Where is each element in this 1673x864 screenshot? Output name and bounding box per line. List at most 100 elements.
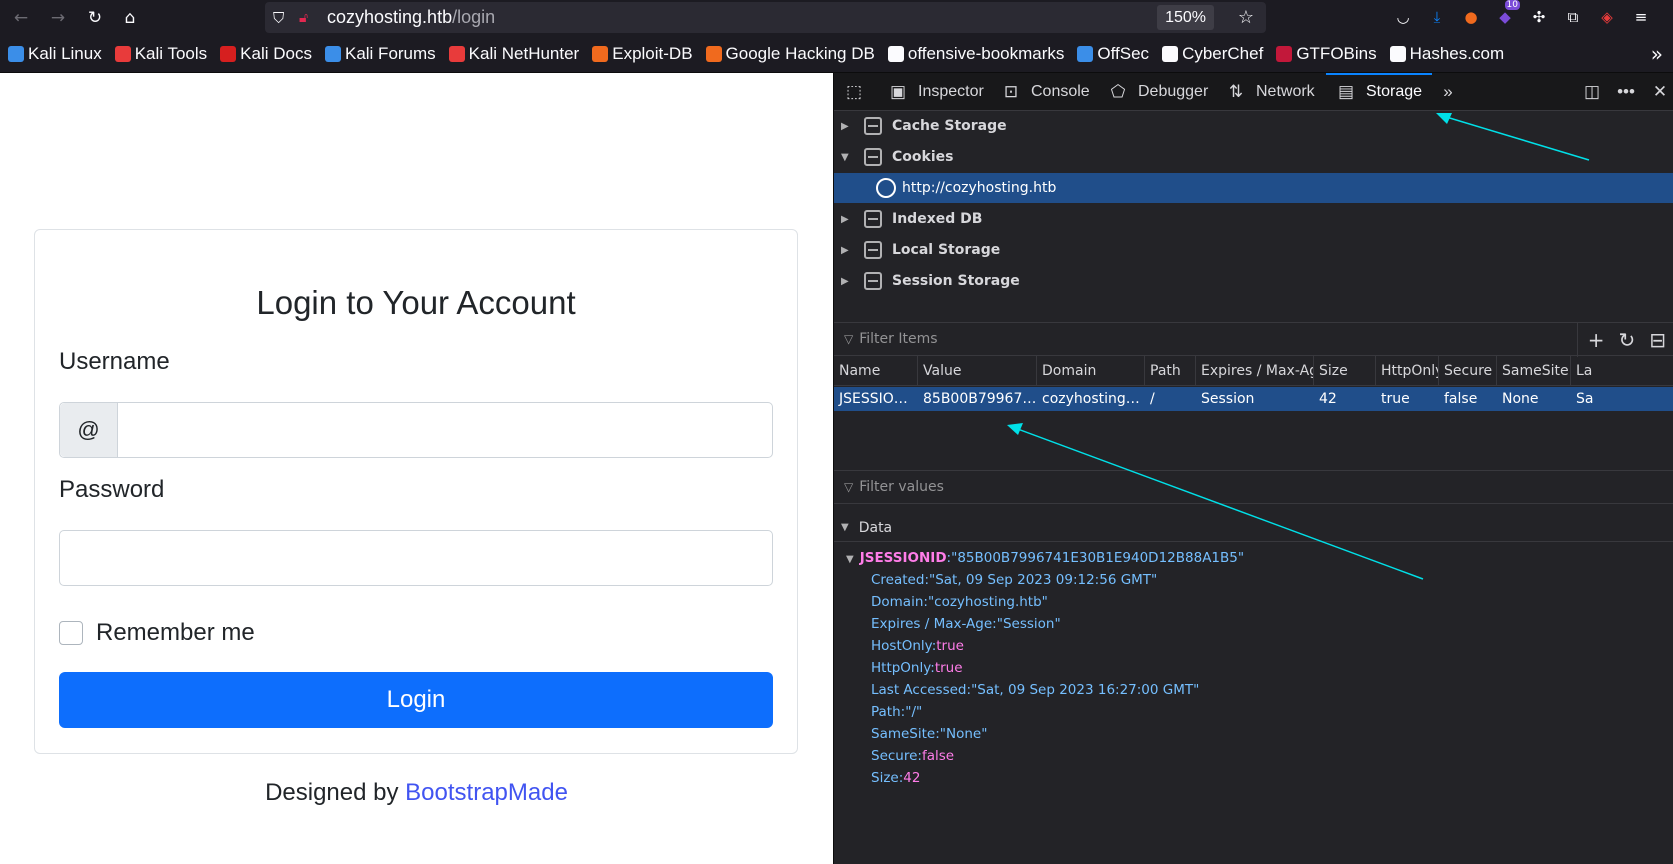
- column-header[interactable]: Expires / Max-Age: [1196, 356, 1314, 386]
- back-button[interactable]: ←: [6, 3, 36, 33]
- bookmark-item[interactable]: CyberChef: [1162, 44, 1263, 64]
- tree-session-storage[interactable]: ▶ Session Storage: [834, 266, 1673, 296]
- remember-me[interactable]: Remember me: [59, 619, 255, 647]
- column-header[interactable]: Value: [918, 356, 1037, 386]
- home-icon[interactable]: ⌂: [115, 3, 145, 33]
- cookie-property[interactable]: Expires / Max-Age:"Session": [871, 613, 1061, 635]
- more-options-icon[interactable]: •••: [1616, 73, 1646, 111]
- filter-items-input[interactable]: Filter Items: [859, 331, 937, 347]
- add-item-icon[interactable]: +: [1588, 328, 1605, 352]
- table-cell: /: [1150, 391, 1155, 407]
- bookmark-item[interactable]: Hashes.com: [1389, 44, 1504, 64]
- column-header[interactable]: La: [1571, 356, 1673, 386]
- cookie-property[interactable]: Path:"/": [871, 701, 922, 723]
- dock-icon[interactable]: ◫: [1582, 73, 1612, 111]
- more-tabs-icon[interactable]: »: [1438, 73, 1468, 111]
- column-header[interactable]: HttpOnly: [1376, 356, 1439, 386]
- cookie-property[interactable]: HostOnly:true: [871, 635, 964, 657]
- bookmarks-overflow-icon[interactable]: »: [1651, 42, 1663, 66]
- cookie-property[interactable]: Last Accessed:"Sat, 09 Sep 2023 16:27:00…: [871, 679, 1199, 701]
- inspector-icon: ▣: [889, 82, 907, 101]
- bookmark-item[interactable]: Kali Tools: [114, 44, 207, 64]
- zoom-indicator[interactable]: 150%: [1157, 5, 1214, 30]
- pocket-icon[interactable]: ◡: [1390, 4, 1416, 30]
- footer-text: Designed by: [265, 779, 406, 806]
- url-text[interactable]: cozyhosting.htb/login: [327, 7, 495, 28]
- tree-cookie-host[interactable]: http://cozyhosting.htb: [834, 173, 1673, 203]
- puzzle-icon[interactable]: ✣: [1526, 4, 1552, 30]
- url-bar[interactable]: ⛉ 🔓︎ cozyhosting.htb/login 150% ☆: [265, 2, 1266, 33]
- tab-network[interactable]: ⇅ Network: [1226, 73, 1315, 111]
- bookmark-item[interactable]: Google Hacking DB: [705, 44, 875, 64]
- bookmark-item[interactable]: Kali Docs: [220, 44, 312, 64]
- table-cell: 85B00B79967…: [923, 391, 1037, 407]
- bootstrapmade-link[interactable]: BootstrapMade: [405, 779, 568, 806]
- star-icon[interactable]: ☆: [1238, 7, 1254, 28]
- bookmark-item[interactable]: GTFOBins: [1276, 44, 1377, 64]
- share-icon[interactable]: ⧉: [1560, 4, 1586, 30]
- login-button[interactable]: Login: [59, 672, 773, 728]
- login-card: Login to Your Account Username @ Passwor…: [34, 229, 798, 754]
- cookie-property[interactable]: Created:"Sat, 09 Sep 2023 09:12:56 GMT": [871, 569, 1157, 591]
- expand-icon[interactable]: ▶: [841, 121, 855, 132]
- column-header[interactable]: Name: [834, 356, 918, 386]
- cookie-property[interactable]: Size:42: [871, 767, 920, 789]
- column-header[interactable]: Path: [1145, 356, 1196, 386]
- data-section-header[interactable]: ▼ Data: [834, 514, 1673, 542]
- download-icon[interactable]: ⤓: [1424, 4, 1450, 30]
- expand-icon[interactable]: ▶: [841, 214, 855, 225]
- tree-indexed-db[interactable]: ▶ Indexed DB: [834, 204, 1673, 234]
- forward-button[interactable]: →: [43, 3, 73, 33]
- bookmark-favicon-icon: [887, 46, 904, 62]
- tab-inspector[interactable]: ▣ Inspector: [888, 73, 984, 111]
- filter-items-bar[interactable]: ▽ Filter Items + ↻ ⊟: [834, 322, 1673, 357]
- cookie-property[interactable]: Domain:"cozyhosting.htb": [871, 591, 1048, 613]
- filter-values-input[interactable]: Filter values: [859, 479, 944, 495]
- collapse-icon[interactable]: ▼: [841, 522, 849, 533]
- collapse-icon[interactable]: ▼: [846, 554, 854, 565]
- cookie-property[interactable]: HttpOnly:true: [871, 657, 963, 679]
- bookmark-item[interactable]: Kali NetHunter: [448, 44, 579, 64]
- fox-icon[interactable]: ◈: [1594, 4, 1620, 30]
- filter-values-bar[interactable]: ▽ Filter values: [834, 470, 1673, 504]
- password-input[interactable]: [59, 530, 773, 586]
- bookmark-favicon-icon: [448, 46, 465, 62]
- tree-cookies[interactable]: ▼ Cookies: [834, 142, 1673, 172]
- bookmark-item[interactable]: OffSec: [1077, 44, 1149, 64]
- column-header[interactable]: Domain: [1037, 356, 1145, 386]
- remember-checkbox[interactable]: [59, 621, 83, 645]
- bookmark-item[interactable]: Exploit-DB: [592, 44, 693, 64]
- column-header[interactable]: SameSite: [1497, 356, 1571, 386]
- refresh-items-icon[interactable]: ↻: [1618, 328, 1635, 352]
- shield-icon[interactable]: ⛉: [273, 9, 284, 27]
- bookmark-item[interactable]: Kali Linux: [8, 44, 102, 64]
- at-prefix: @: [60, 403, 118, 457]
- column-header[interactable]: Size: [1314, 356, 1376, 386]
- collapse-icon[interactable]: ▼: [841, 152, 855, 163]
- bookmark-item[interactable]: Kali Forums: [324, 44, 436, 64]
- cookie-property[interactable]: Secure:false: [871, 745, 954, 767]
- bookmark-item[interactable]: offensive-bookmarks: [887, 44, 1064, 64]
- foxyproxy-icon[interactable]: ●: [1458, 4, 1484, 30]
- expand-icon[interactable]: ▶: [841, 276, 855, 287]
- tab-storage[interactable]: ▤ Storage: [1325, 73, 1433, 111]
- username-input[interactable]: [118, 403, 772, 457]
- reload-icon[interactable]: ↻: [80, 3, 110, 33]
- expand-icon[interactable]: ▶: [841, 245, 855, 256]
- cookie-root[interactable]: ▼ JSESSIONID:"85B00B7996741E30B1E940D12B8…: [846, 547, 1244, 569]
- close-devtools-icon[interactable]: ✕: [1650, 73, 1673, 111]
- bookmark-favicon-icon: [114, 46, 131, 62]
- menu-icon[interactable]: ≡: [1628, 4, 1654, 30]
- column-header[interactable]: Secure: [1439, 356, 1497, 386]
- cookie-property[interactable]: SameSite:"None": [871, 723, 987, 745]
- pick-element-icon[interactable]: ⬚: [844, 73, 874, 111]
- tree-local-storage[interactable]: ▶ Local Storage: [834, 235, 1673, 265]
- tab-console[interactable]: ⊡ Console: [1001, 73, 1090, 111]
- delete-items-icon[interactable]: ⊟: [1649, 328, 1666, 352]
- username-group: @: [59, 402, 773, 458]
- table-row[interactable]: JSESSIO… 85B00B79967… cozyhosting… / Session…: [834, 387, 1673, 411]
- tab-debugger[interactable]: ⬠ Debugger: [1108, 73, 1209, 111]
- tree-cache-storage[interactable]: ▶ Cache Storage: [834, 111, 1673, 141]
- extension-icon[interactable]: ◆ 10: [1492, 0, 1520, 30]
- lock-icon[interactable]: 🔓︎: [299, 10, 308, 26]
